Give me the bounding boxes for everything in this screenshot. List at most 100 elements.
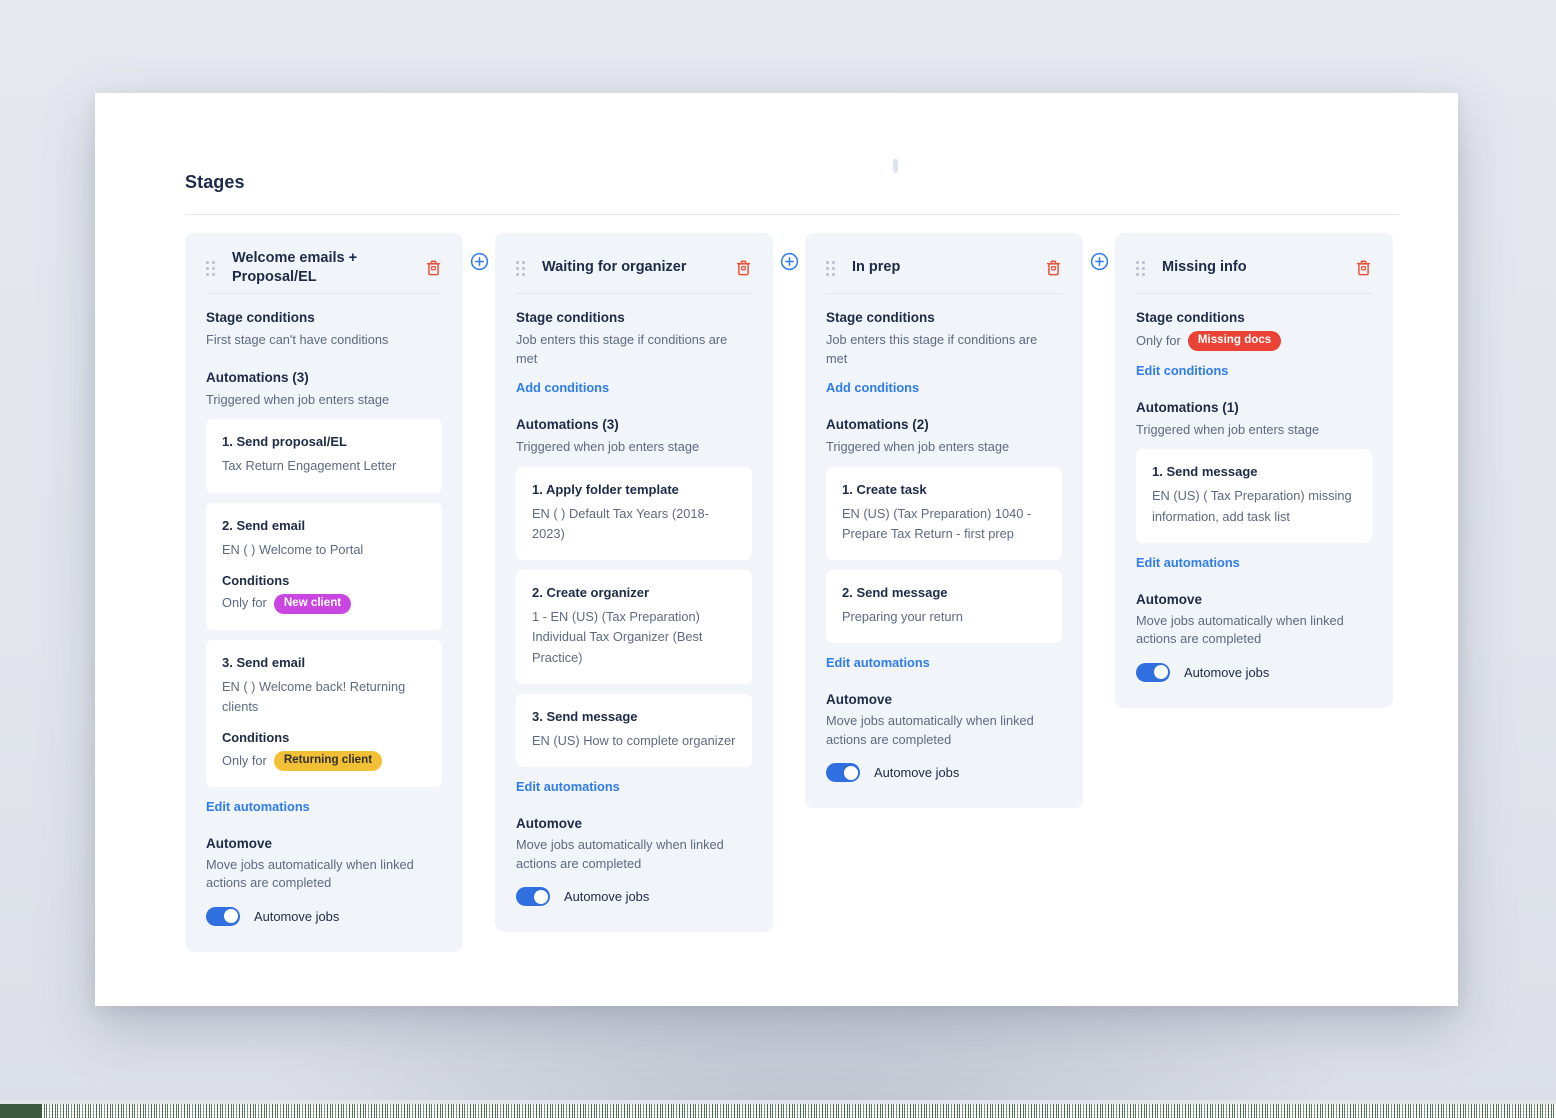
automation-description: EN ( ) Default Tax Years (2018-2023): [532, 505, 709, 541]
automation-title: 2. Send message: [842, 585, 948, 601]
stage-header-divider: [206, 293, 442, 295]
automations-label: Automations (2): [826, 417, 929, 433]
automation-title: 1. Create task: [842, 481, 927, 497]
plus-circle-icon[interactable]: [1090, 252, 1109, 271]
add-stage-connector-3: [1083, 233, 1115, 271]
automations-subtitle: Triggered when job enters stage: [826, 439, 1010, 455]
delete-stage-button[interactable]: [1354, 258, 1372, 278]
page-title: Stages: [185, 172, 245, 192]
edit-automations-link[interactable]: Edit automations: [1136, 555, 1240, 570]
automation-card[interactable]: 3. Send email EN ( ) Welcome back! Return…: [206, 639, 442, 787]
status-badge: Returning client: [273, 750, 383, 771]
automove-toggle[interactable]: [826, 763, 860, 783]
stage-header-0: Welcome emails + Proposal/EL: [206, 249, 442, 293]
panel-content: Stages Welcome emails + Proposal/EL Stage…: [185, 172, 1400, 952]
automation-description: Tax Return Engagement Letter: [222, 458, 397, 474]
automove-label: Automove: [1136, 591, 1203, 607]
automove-toggle-row: Automove jobs: [1136, 662, 1372, 682]
automove-toggle[interactable]: [516, 887, 550, 907]
stage-header-3: Missing info: [1136, 249, 1372, 293]
automove-description: Move jobs automatically when linked acti…: [1136, 612, 1344, 647]
automove-toggle-label: Automove jobs: [874, 765, 960, 781]
trash-icon: [426, 260, 440, 276]
bottom-noise-band: [0, 1104, 1556, 1118]
edit-automations-link[interactable]: Edit automations: [206, 799, 310, 814]
automation-card[interactable]: 2. Send email EN ( ) Welcome to Portal Con…: [206, 502, 442, 630]
stage-title: In prep: [852, 259, 901, 276]
delete-stage-button[interactable]: [424, 258, 442, 278]
add-stage-button-2[interactable]: [780, 252, 799, 271]
automove-toggle-row: Automove jobs: [206, 906, 442, 926]
automation-title: 2. Send email: [222, 517, 306, 533]
stage-title: Waiting for organizer: [542, 259, 687, 276]
stage-conditions-label: Stage conditions: [1136, 310, 1245, 325]
stage-conditions-value: Only for Missing docs: [1136, 331, 1372, 351]
automation-conditions-value: Only for New client: [222, 593, 426, 614]
stage-column-0: Welcome emails + Proposal/EL Stage condit…: [185, 233, 463, 952]
delete-stage-button[interactable]: [1044, 258, 1062, 278]
automove-toggle-row: Automove jobs: [826, 763, 1062, 783]
edit-automations-link[interactable]: Edit automations: [516, 779, 620, 794]
drag-handle-icon[interactable]: [826, 260, 838, 276]
automation-card[interactable]: 3. Send message EN (US) How to complete o…: [516, 693, 752, 767]
stage-conditions-value: Job enters this stage if conditions are …: [826, 332, 1038, 366]
only-for-label: Only for: [222, 595, 267, 611]
drag-handle-icon[interactable]: [1136, 260, 1148, 276]
automation-card[interactable]: 1. Apply folder template EN ( ) Default T…: [516, 466, 752, 561]
stage-title: Welcome emails + Proposal/EL: [232, 250, 358, 286]
drag-handle-icon[interactable]: [516, 260, 528, 276]
stage-header-divider: [826, 293, 1062, 294]
add-stage-connector-2: [773, 233, 805, 271]
stage-column-3: Missing info Stage conditions Only for Miss…: [1115, 233, 1393, 708]
automove-label: Automove: [206, 835, 273, 851]
stage-conditions-label: Stage conditions: [206, 310, 315, 326]
automove-toggle-label: Automove jobs: [1184, 664, 1270, 680]
automation-conditions-label: Conditions: [222, 729, 290, 745]
delete-stage-button[interactable]: [734, 258, 752, 278]
automation-card[interactable]: 2. Send message Preparing your return: [826, 570, 1062, 644]
stage-column-2: In prep Stage conditions Job enters this s…: [805, 233, 1083, 809]
stage-conditions-value: First stage can't have conditions: [206, 332, 389, 348]
automations-label: Automations (1): [1136, 399, 1239, 415]
automation-card[interactable]: 1. Send proposal/EL Tax Return Engagement…: [206, 419, 442, 493]
automation-card[interactable]: 1. Send message EN (US) ( Tax Preparation…: [1136, 449, 1372, 543]
automation-conditions-value: Only for Returning client: [222, 750, 426, 771]
add-stage-button-1[interactable]: [470, 252, 489, 271]
stage-conditions-link[interactable]: Add conditions: [516, 380, 609, 395]
plus-circle-icon[interactable]: [780, 252, 799, 271]
trash-icon: [1046, 260, 1060, 276]
automation-description: EN ( ) Welcome back! Returning clients: [222, 678, 406, 714]
edit-automations-link[interactable]: Edit automations: [826, 655, 930, 670]
automations-subtitle: Triggered when job enters stage: [516, 439, 700, 455]
automation-description: EN ( ) Welcome to Portal: [222, 541, 364, 557]
automation-title: 3. Send email: [222, 654, 306, 670]
automove-toggle-row: Automove jobs: [516, 887, 752, 907]
stage-conditions-link[interactable]: Add conditions: [826, 380, 919, 395]
automation-card[interactable]: 2. Create organizer 1 - EN (US) (Tax Prep…: [516, 570, 752, 684]
automove-toggle[interactable]: [1136, 662, 1170, 682]
automove-description: Move jobs automatically when linked acti…: [206, 856, 414, 891]
automove-label: Automove: [516, 815, 583, 831]
add-stage-button-3[interactable]: [1090, 252, 1109, 271]
stage-header-divider: [516, 293, 752, 294]
automove-description: Move jobs automatically when linked acti…: [826, 713, 1034, 747]
automation-description: EN (US) (Tax Preparation) 1040 - Prepare…: [842, 505, 1032, 541]
add-stage-connector-1: [463, 233, 495, 271]
drag-handle-icon[interactable]: [206, 260, 218, 276]
stage-conditions-value: Job enters this stage if conditions are …: [516, 332, 728, 366]
stage-conditions-link[interactable]: Edit conditions: [1136, 363, 1228, 378]
automove-description: Move jobs automatically when linked acti…: [516, 836, 724, 871]
plus-circle-icon[interactable]: [470, 252, 489, 271]
stages-board: Welcome emails + Proposal/EL Stage condit…: [185, 233, 1400, 952]
automove-toggle-label: Automove jobs: [564, 889, 650, 905]
automation-description: 1 - EN (US) (Tax Preparation) Individual…: [532, 609, 703, 665]
scroll-indicator[interactable]: [893, 159, 898, 173]
trash-icon: [1356, 260, 1370, 276]
automation-card[interactable]: 1. Create task EN (US) (Tax Preparation) …: [826, 466, 1062, 561]
automove-toggle[interactable]: [206, 906, 240, 926]
